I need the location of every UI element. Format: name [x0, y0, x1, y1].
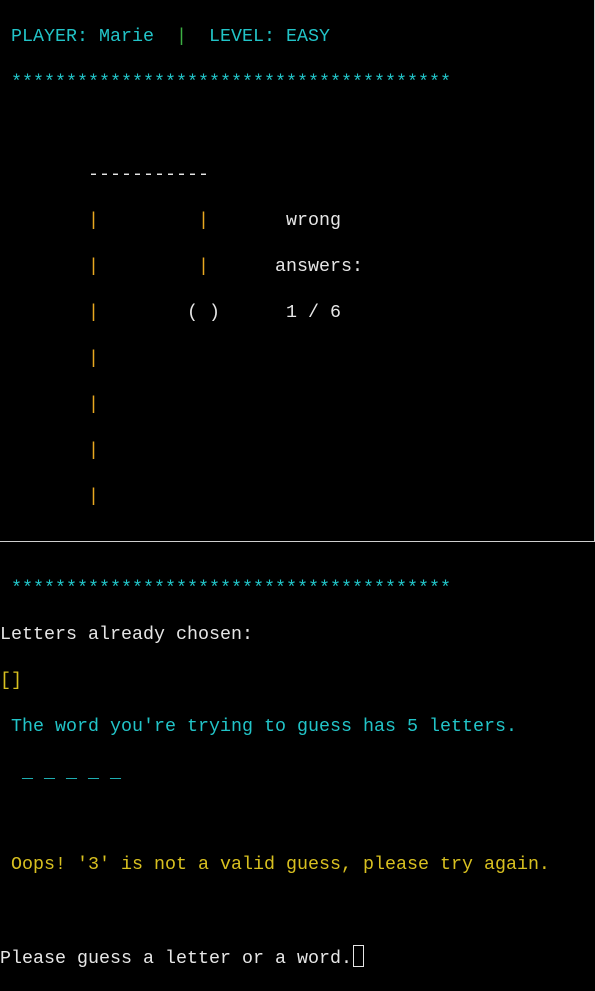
level-label: LEVEL:	[209, 26, 275, 47]
letters-chosen-list: []	[0, 670, 22, 691]
beam: -----------	[88, 164, 209, 185]
header-line: PLAYER: Marie | LEVEL: EASY	[0, 25, 550, 48]
guess-prompt: Please guess a letter or a word.	[0, 948, 352, 969]
gallows-beam: -----------	[0, 163, 550, 186]
wrong-answers-label-2: answers:	[275, 256, 363, 277]
wrong-answers-count: 1 / 6	[286, 302, 341, 323]
text-cursor[interactable]	[352, 945, 364, 967]
gallows-rope: |	[198, 256, 209, 277]
divider-top: ****************************************	[0, 71, 550, 94]
gallows-pole: |	[88, 210, 99, 231]
gallows-pole: |	[88, 394, 99, 415]
player-name: Marie	[99, 26, 154, 47]
gallows-pole: |	[88, 440, 99, 461]
word-progress: _ _ _ _ _	[22, 762, 121, 783]
gallows-rope: |	[198, 210, 209, 231]
gallows-pole: |	[88, 302, 99, 323]
gallows-pole: |	[88, 348, 99, 369]
wrong-answers-label: wrong	[286, 210, 341, 231]
divider-stars: ****************************************	[11, 72, 451, 93]
input-line[interactable]: Please guess a letter or a word.	[0, 945, 550, 969]
terminal-output: PLAYER: Marie | LEVEL: EASY ************…	[0, 2, 550, 991]
divider-bottom: ****************************************	[0, 577, 550, 600]
word-length-info: The word you're trying to guess has 5 le…	[11, 716, 517, 737]
gallows-pole: |	[88, 486, 99, 507]
player-label: PLAYER:	[11, 26, 88, 47]
error-message: Oops! '3' is not a valid guess, please t…	[11, 854, 550, 875]
gallows-pole: |	[88, 256, 99, 277]
level-value: EASY	[286, 26, 330, 47]
divider-stars: ****************************************	[11, 578, 451, 599]
letters-chosen-label: Letters already chosen:	[0, 624, 253, 645]
header-separator: |	[176, 26, 187, 47]
hangman-head: ( )	[187, 302, 220, 323]
